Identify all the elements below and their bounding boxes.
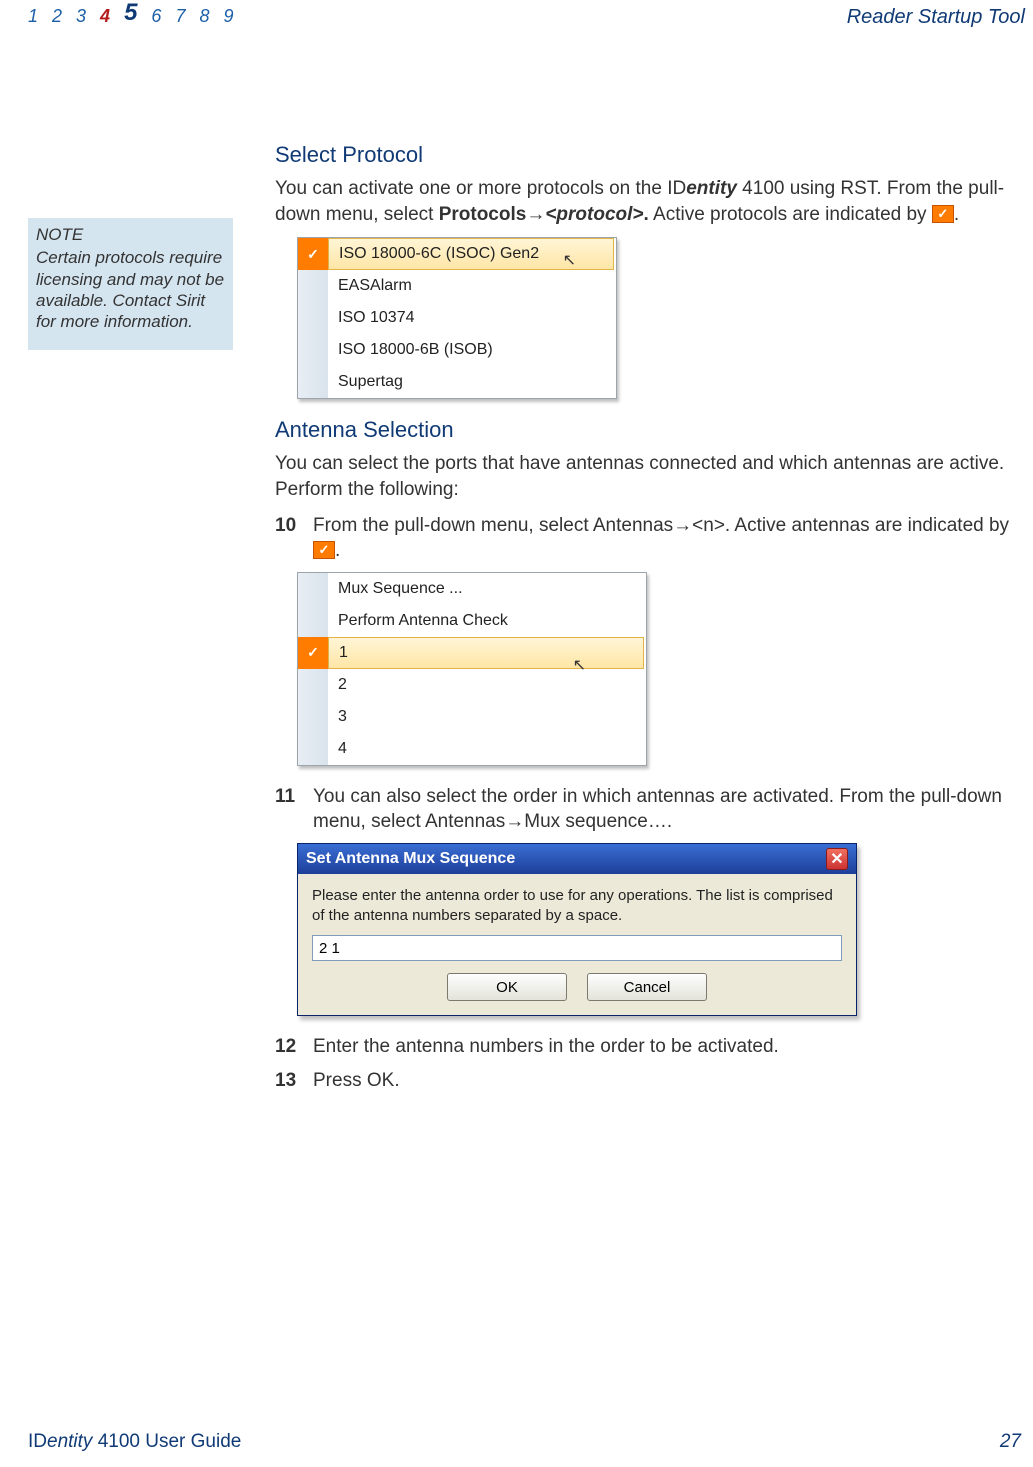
antenna-menu-item[interactable]: Mux Sequence ... [298, 573, 646, 605]
step-11: 11 You can also select the order in whic… [275, 784, 1025, 835]
menu-gutter [298, 302, 328, 334]
antenna-menu-item[interactable]: Perform Antenna Check [298, 605, 646, 637]
protocol-menu-item[interactable]: EASAlarm [298, 270, 616, 302]
menu-label: 1 [328, 637, 644, 669]
checkmark-icon: ✓ [932, 205, 954, 223]
crumb-7[interactable]: 7 [175, 6, 185, 27]
step-text: From the pull-down menu, select Antennas… [313, 513, 1025, 564]
mux-sequence-dialog: Set Antenna Mux Sequence ✕ Please enter … [297, 843, 857, 1016]
close-icon[interactable]: ✕ [826, 848, 848, 870]
note-box: NOTE Certain protocols require licensing… [28, 218, 233, 350]
menu-gutter [298, 573, 328, 605]
step-10: 10 From the pull-down menu, select Anten… [275, 513, 1025, 564]
step-number: 13 [275, 1068, 303, 1094]
dialog-message: Please enter the antenna order to use fo… [312, 886, 842, 925]
cursor-icon: ↖ [563, 250, 576, 270]
antenna-menu-item[interactable]: ✓ 1 ↖ [298, 637, 646, 669]
crumb-9[interactable]: 9 [223, 6, 233, 27]
menu-label: 2 [328, 669, 646, 701]
checkmark-icon: ✓ [298, 238, 328, 270]
dialog-buttons: OK Cancel [312, 973, 842, 1001]
protocol-menu-item[interactable]: ✓ ISO 18000-6C (ISOC) Gen2 ↖ [298, 238, 616, 270]
menu-gutter [298, 701, 328, 733]
page-footer: IDentity 4100 User Guide 27 [28, 1431, 1021, 1453]
step-13: 13 Press OK. [275, 1068, 1025, 1094]
menu-label: 3 [328, 701, 646, 733]
menu-gutter [298, 334, 328, 366]
main-content: Select Protocol You can activate one or … [275, 142, 1025, 1101]
breadcrumb: 1 2 3 4 5 6 7 8 9 [28, 6, 233, 27]
page-title: Reader Startup Tool [847, 6, 1025, 29]
menu-label: 4 [328, 733, 646, 765]
crumb-2[interactable]: 2 [52, 6, 62, 27]
step-12: 12 Enter the antenna numbers in the orde… [275, 1034, 1025, 1060]
protocol-menu: ✓ ISO 18000-6C (ISOC) Gen2 ↖ EASAlarm IS… [297, 237, 617, 399]
dialog-title-text: Set Antenna Mux Sequence [306, 850, 515, 868]
crumb-8[interactable]: 8 [199, 6, 209, 27]
note-label: NOTE [36, 224, 225, 245]
antenna-menu-item[interactable]: 4 [298, 733, 646, 765]
ok-button[interactable]: OK [447, 973, 567, 1001]
menu-gutter [298, 270, 328, 302]
dialog-body: Please enter the antenna order to use fo… [298, 874, 856, 1015]
menu-gutter [298, 669, 328, 701]
menu-label: EASAlarm [328, 270, 616, 302]
crumb-1[interactable]: 1 [28, 6, 38, 27]
page-header: 1 2 3 4 5 6 7 8 9 Reader Startup Tool [0, 0, 1033, 34]
menu-gutter [298, 605, 328, 637]
note-text: Certain protocols require licensing and … [36, 247, 225, 332]
step-text: Press OK. [313, 1068, 400, 1094]
checkmark-icon: ✓ [298, 637, 328, 669]
menu-label: ISO 18000-6B (ISOB) [328, 334, 616, 366]
step-text: You can also select the order in which a… [313, 784, 1025, 835]
page-number: 27 [1000, 1431, 1021, 1453]
step-number: 11 [275, 784, 303, 835]
footer-left: IDentity 4100 User Guide [28, 1431, 241, 1453]
heading-select-protocol: Select Protocol [275, 142, 1025, 168]
step-number: 12 [275, 1034, 303, 1060]
antenna-menu-item[interactable]: 3 [298, 701, 646, 733]
menu-gutter [298, 733, 328, 765]
crumb-6[interactable]: 6 [151, 6, 161, 27]
menu-label: Perform Antenna Check [328, 605, 646, 637]
antenna-menu-item[interactable]: 2 [298, 669, 646, 701]
antenna-menu: Mux Sequence ... Perform Antenna Check ✓… [297, 572, 647, 766]
crumb-5-current[interactable]: 5 [124, 4, 137, 25]
checkmark-icon: ✓ [313, 541, 335, 559]
step-number: 10 [275, 513, 303, 564]
cancel-button[interactable]: Cancel [587, 973, 707, 1001]
heading-antenna-selection: Antenna Selection [275, 417, 1025, 443]
protocol-menu-item[interactable]: ISO 10374 [298, 302, 616, 334]
antenna-paragraph: You can select the ports that have anten… [275, 451, 1025, 502]
menu-label: ISO 10374 [328, 302, 616, 334]
menu-label: Mux Sequence ... [328, 573, 646, 605]
protocol-paragraph: You can activate one or more protocols o… [275, 176, 1025, 227]
crumb-4[interactable]: 4 [100, 6, 110, 27]
crumb-3[interactable]: 3 [76, 6, 86, 27]
protocol-menu-item[interactable]: Supertag [298, 366, 616, 398]
menu-gutter [298, 366, 328, 398]
step-text: Enter the antenna numbers in the order t… [313, 1034, 779, 1060]
mux-sequence-input[interactable] [312, 935, 842, 961]
protocol-menu-item[interactable]: ISO 18000-6B (ISOB) [298, 334, 616, 366]
dialog-titlebar: Set Antenna Mux Sequence ✕ [298, 844, 856, 874]
menu-label: Supertag [328, 366, 616, 398]
